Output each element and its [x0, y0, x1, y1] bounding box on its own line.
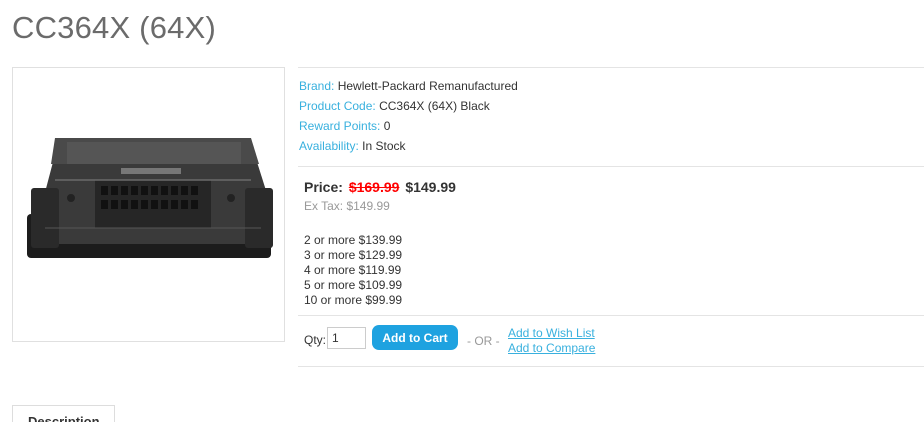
discount-row: 5 or more $109.99 [304, 278, 403, 292]
ex-tax-price: Ex Tax: $149.99 [304, 199, 390, 213]
attr-reward-points-value: 0 [383, 119, 391, 133]
attr-availability-value: In Stock [362, 139, 406, 153]
add-to-cart-row: Qty: Add to Cart - OR - Add to Wish List… [298, 316, 924, 367]
discount-row: 4 or more $119.99 [304, 263, 402, 277]
add-to-cart-button[interactable]: Add to Cart [372, 325, 458, 350]
attr-brand-key[interactable]: Brand: [299, 79, 334, 93]
product-info-panel: Brand: Hewlett-Packard Remanufactured Pr… [298, 67, 924, 367]
product-attributes: Brand: Hewlett-Packard Remanufactured Pr… [298, 68, 924, 167]
price-block: Price: $169.99 $149.99 Ex Tax: $149.99 2… [298, 167, 924, 316]
attr-brand: Brand: Hewlett-Packard Remanufactured [299, 76, 924, 96]
attr-product-code-key: Product Code: [299, 99, 376, 113]
attr-product-code-value: CC364X (64X) Black [379, 99, 490, 113]
page-title: CC364X (64X) [12, 10, 216, 45]
toner-cartridge-image[interactable] [25, 128, 275, 276]
discount-row: 10 or more $99.99 [304, 293, 403, 307]
attr-product-code: Product Code: CC364X (64X) Black [299, 96, 924, 116]
old-price: $169.99 [348, 179, 400, 195]
quantity-input[interactable] [327, 327, 366, 349]
attr-reward-points-key: Reward Points: [299, 119, 381, 133]
attr-brand-value: Hewlett-Packard Remanufactured [337, 79, 518, 93]
discount-row: 3 or more $129.99 [304, 248, 403, 262]
attr-availability: Availability: In Stock [299, 136, 924, 156]
attr-reward-points: Reward Points: 0 [299, 116, 924, 136]
quantity-discounts: 2 or more $139.99 3 or more $129.99 4 or… [304, 233, 924, 308]
price-label: Price: [304, 179, 343, 195]
new-price: $149.99 [405, 179, 456, 195]
attr-availability-key: Availability: [299, 139, 359, 153]
secondary-actions: Add to Wish List Add to Compare [508, 326, 595, 356]
or-separator: - OR - [467, 334, 500, 348]
add-to-wishlist-link[interactable]: Add to Wish List [508, 326, 595, 341]
tab-description[interactable]: Description [12, 405, 115, 422]
price-line: Price: $169.99 $149.99 [304, 178, 924, 196]
qty-label: Qty: [304, 333, 327, 347]
product-image-frame[interactable] [12, 67, 285, 342]
discount-row: 2 or more $139.99 [304, 233, 403, 247]
add-to-compare-link[interactable]: Add to Compare [508, 341, 595, 356]
